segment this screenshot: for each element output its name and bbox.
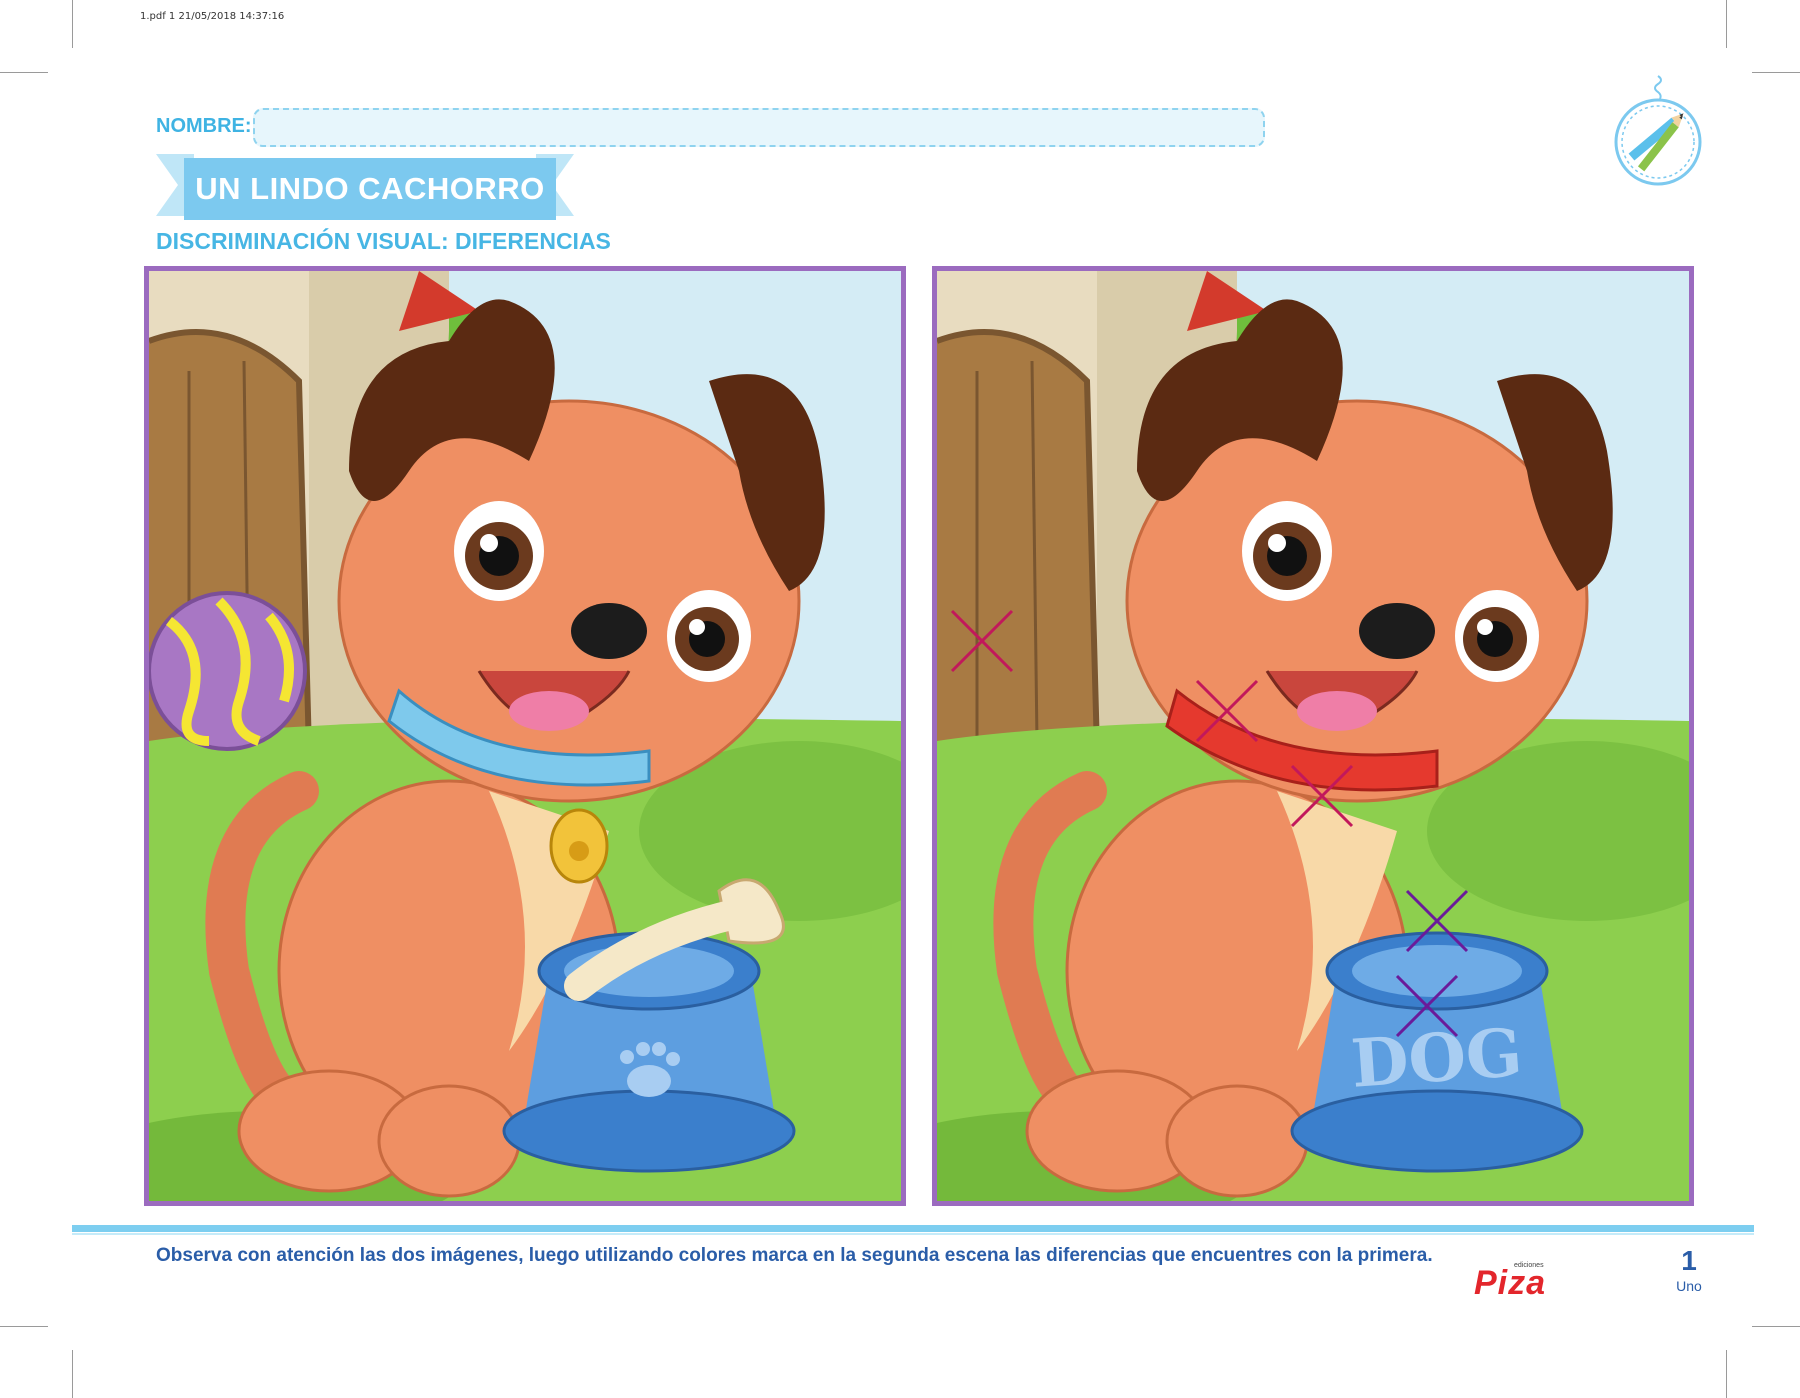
name-label: NOMBRE: (156, 115, 252, 137)
crop-mark (1752, 72, 1800, 73)
print-info: 1.pdf 1 21/05/2018 14:37:16 (140, 11, 285, 22)
footer-divider (72, 1225, 1754, 1232)
page-number-word: Uno (1676, 1278, 1702, 1294)
crop-mark (1752, 1326, 1800, 1327)
pencil-badge-icon (1614, 75, 1702, 186)
modified-scene-panel: DOG (932, 266, 1694, 1206)
worksheet-title: UN LINDO CACHORRO (184, 158, 556, 220)
original-scene-panel (144, 266, 906, 1206)
food-bowl: DOG (1290, 931, 1584, 1173)
name-field[interactable] (253, 108, 1265, 147)
modified-scene: DOG (937, 271, 1689, 1201)
original-scene (149, 271, 901, 1201)
page-number: 1 (1681, 1245, 1697, 1276)
crop-mark (72, 1350, 73, 1398)
crop-mark (0, 72, 48, 73)
crop-mark (1726, 1350, 1727, 1398)
ball (149, 591, 307, 751)
crop-mark (72, 0, 73, 48)
worksheet-subtitle: DISCRIMINACIÓN VISUAL: DIFERENCIAS (156, 228, 611, 254)
crop-mark (1726, 0, 1727, 48)
footer-divider-thin (72, 1233, 1754, 1235)
bowl-label: DOG (1349, 1013, 1525, 1103)
instructions-text: Observa con atención las dos imágenes, l… (156, 1245, 1433, 1266)
crop-mark (0, 1326, 48, 1327)
publisher-logo: Piza (1474, 1264, 1547, 1302)
